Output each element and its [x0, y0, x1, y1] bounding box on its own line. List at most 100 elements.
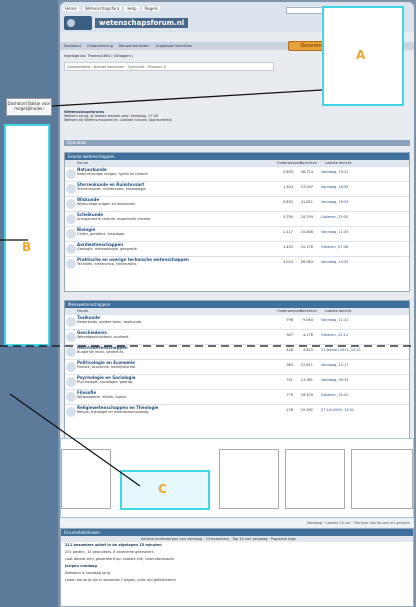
topic-count: 385 [286, 363, 293, 367]
forum-desc: Religie, theologie en levensbeschouwing. [77, 410, 150, 414]
last-post[interactable]: Vandaag, 19:21 [313, 168, 349, 180]
post-count: 12.611 [300, 363, 313, 367]
forum-row[interactable]: Religiewetenschappen en Theologie Religie… [65, 404, 409, 419]
last-post[interactable]: Gisteren, 07:06 [313, 243, 348, 255]
annotation-label-a: A [356, 48, 366, 62]
last-post[interactable]: Gisteren, 23:05 [313, 213, 348, 225]
last-post[interactable]: Vandaag, 19:03 [313, 198, 349, 210]
tab-dashbord[interactable]: Dashbord [64, 44, 81, 48]
last-post-time[interactable]: Vandaag, 19:21 [321, 170, 349, 174]
last-post[interactable]: Vandaag, 14:55 [313, 258, 349, 270]
topic-count: 4.024 [282, 260, 293, 264]
forum-info: Scheikunde Anorganische chemie, organisch… [77, 213, 273, 225]
forum-icon [66, 377, 76, 387]
forum-desc: Wijsbegeerte, ethiek, logica. [77, 395, 127, 399]
news-line-2: Welkom bij Wetenschapsforum. Laatste nie… [64, 118, 172, 122]
forum-info: Geschiedenis Wereldgeschiedenis, oudheid. [77, 331, 273, 343]
forum-row[interactable]: Praktische en overige technische wetensc… [65, 256, 409, 271]
last-post[interactable]: Gisteren, 15:41 [313, 391, 348, 403]
last-post-time[interactable]: Gisteren, 23:05 [321, 215, 348, 219]
forum-row[interactable]: Sterrenkunde en Ruimtevaart Sterrenkunde,… [65, 181, 409, 196]
last-post[interactable]: Vandaag, 18:55 [313, 183, 349, 195]
topic-count: 307 [286, 333, 293, 337]
forum-row[interactable]: Scheikunde Anorganische chemie, organisch… [65, 211, 409, 226]
forum-icon [66, 214, 76, 224]
section-divider: Openbaar [64, 140, 410, 146]
forum-info: Biologie Cellen, genetica, fysiologie. [77, 228, 273, 240]
forum-row[interactable]: Taalkunde Nederlands, andere talen, taalk… [65, 314, 409, 329]
annotation-label-b: B [22, 240, 32, 254]
forum-desc: Cellen, genetica, fysiologie. [77, 232, 126, 236]
last-post-time[interactable]: 23 januari 2011, 10:21 [321, 348, 361, 352]
nav-fora[interactable]: Wetenschapsfora [82, 6, 122, 11]
forum-info: Aardwetenschappen Geologie, meteorologie,… [77, 243, 273, 255]
last-post-time[interactable]: Vandaag, 18:55 [321, 185, 349, 189]
online-detail[interactable]: Laat details zien, gesorteerd op: Laatst… [61, 556, 413, 563]
ad-box[interactable] [61, 449, 111, 509]
section-title[interactable]: Exacte wetenschappen [65, 153, 409, 160]
forum-row[interactable]: Aardwetenschappen Geologie, meteorologie,… [65, 241, 409, 256]
tab-nieuwe[interactable]: Nieuwe berichten [119, 44, 150, 48]
forum-row[interactable]: Psychologie en Sociologie Psychologie, so… [65, 374, 409, 389]
col-posts: Berichten [300, 161, 317, 165]
col-last-2: Laatste bericht [325, 309, 352, 313]
forum-row[interactable]: Natuurkunde Natuurkundige vragen, fysica … [65, 166, 409, 181]
forum-info: Sterrenkunde en Ruimtevaart Sterrenkunde,… [77, 183, 273, 195]
forum-info: Religiewetenschappen en Theologie Religie… [77, 406, 273, 418]
post-count: 4.815 [302, 348, 313, 352]
ad-box[interactable] [219, 449, 279, 509]
last-post-time[interactable]: Vandaag, 09:34 [321, 378, 349, 382]
last-post[interactable]: Vandaag, 12:17 [313, 361, 349, 373]
last-post-time[interactable]: Vandaag, 19:03 [321, 200, 349, 204]
last-post-time[interactable]: Vandaag, 12:17 [321, 363, 349, 367]
last-post[interactable]: 27 juli 2009, 13:51 [313, 406, 354, 418]
last-post-time[interactable]: Vandaag, 11:21 [321, 318, 349, 322]
nav-home[interactable]: Home [63, 6, 79, 11]
nav-rules[interactable]: Regels [142, 6, 160, 11]
forum-rows: Natuurkunde Natuurkundige vragen, fysica … [65, 166, 409, 271]
top-nav: Home Wetenschapsfora Help Regels [63, 6, 160, 11]
section-exact: Exacte wetenschappen Forum Onderwerpen B… [64, 152, 410, 292]
ad-box[interactable] [351, 449, 413, 509]
post-count: 48.724 [300, 170, 313, 174]
forum-rows-2: Taalkunde Nederlands, andere talen, taalk… [65, 314, 409, 419]
section-human: Menswetenschappen Forum Onderwerpen Beri… [64, 300, 410, 440]
forum-desc: Nederlands, andere talen, taalkunde. [77, 320, 143, 324]
forum-row[interactable]: Geschiedenis Wereldgeschiedenis, oudheid.… [65, 329, 409, 344]
last-post[interactable]: Vandaag, 11:21 [313, 316, 349, 328]
last-post-time[interactable]: Vandaag, 14:55 [321, 260, 349, 264]
topic-count: 2.217 [282, 230, 293, 234]
mark-read-bar[interactable]: Vandaag · Laatste 24 uur · Markeer alle … [60, 519, 414, 527]
forum-desc: Burgerlijk recht, strafrecht. [77, 350, 125, 354]
forum-row[interactable]: Biologie Cellen, genetica, fysiologie. 2.2… [65, 226, 409, 241]
section-title-2[interactable]: Menswetenschappen [65, 301, 409, 308]
forum-row[interactable]: Rechtswetenschappen Burgerlijk recht, str… [65, 344, 409, 359]
last-post-time[interactable]: Gisteren, 15:41 [321, 393, 348, 397]
logo[interactable]: wetenschapsforum.nl [64, 16, 189, 30]
last-post-time[interactable]: Gisteren, 22:14 [321, 333, 348, 337]
tab-ondersteuning[interactable]: Ondersteuning [87, 44, 113, 48]
forum-icon [66, 407, 76, 417]
last-post[interactable]: Gisteren, 22:14 [313, 331, 348, 343]
forum-row[interactable]: Politicologie en Economie Politiek, econo… [65, 359, 409, 374]
last-post-time[interactable]: 27 juli 2009, 13:51 [321, 408, 354, 412]
last-post-time[interactable]: Vandaag, 11:03 [321, 230, 349, 234]
last-post[interactable]: 23 januari 2011, 10:21 [313, 346, 361, 358]
forum-desc: Geologie, meteorologie, geografie. [77, 247, 138, 251]
topic-count: 428 [286, 348, 293, 352]
forum-icon [66, 332, 76, 342]
annotation-box-b [4, 124, 50, 346]
forum-row[interactable]: Filosofie Wijsbegeerte, ethiek, logica. 77… [65, 389, 409, 404]
stats-title: Forumstatistieken [61, 529, 413, 536]
forum-desc: Politiek, economie, bedrijfskunde. [77, 365, 137, 369]
tab-ongelezen[interactable]: Ongelezen berichten [156, 44, 192, 48]
forum-row[interactable]: Wiskunde Wiskundige vragen en discussies.… [65, 196, 409, 211]
col-topics-2: Onderwerpen [277, 309, 301, 313]
last-post[interactable]: Vandaag, 11:03 [313, 228, 349, 240]
topic-count: 5.852 [282, 200, 293, 204]
events-header-text: Jarigen vandaag [65, 564, 98, 568]
last-post-time[interactable]: Gisteren, 07:06 [321, 245, 348, 249]
last-post[interactable]: Vandaag, 09:34 [313, 376, 349, 388]
nav-help[interactable]: Help [125, 6, 139, 11]
ad-box[interactable] [285, 449, 345, 509]
